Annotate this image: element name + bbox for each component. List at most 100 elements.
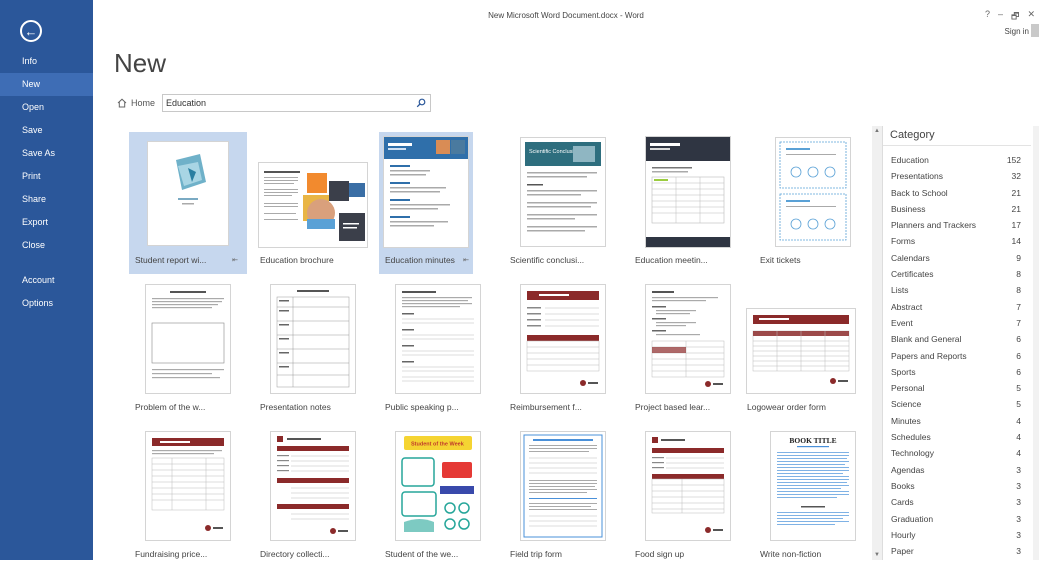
category-item[interactable]: Minutes 4 xyxy=(883,413,1031,429)
template-tile[interactable]: Exit tickets xyxy=(754,132,872,274)
nav-item-share[interactable]: Share xyxy=(0,188,93,211)
category-scrollbar[interactable]: ▲ ▼ xyxy=(872,126,882,560)
category-item[interactable]: Agendas 3 xyxy=(883,462,1031,478)
category-name: Schedules xyxy=(891,432,931,443)
back-arrow-icon[interactable]: ← xyxy=(20,20,42,42)
category-name: Education xyxy=(891,155,929,165)
category-item[interactable]: Certificates 8 xyxy=(883,266,1031,282)
template-tile[interactable]: Education minutes ⇤ xyxy=(379,132,473,274)
nav-item-save[interactable]: Save xyxy=(0,119,93,142)
template-label: Write non-fiction xyxy=(760,549,822,559)
help-button[interactable]: ? xyxy=(985,9,990,25)
nav-item-info[interactable]: Info xyxy=(0,50,93,73)
template-tile[interactable]: Reimbursement f... xyxy=(504,279,622,421)
search-icon[interactable] xyxy=(416,98,426,108)
category-item[interactable]: Technology 4 xyxy=(883,445,1031,461)
category-item[interactable]: Forms 14 xyxy=(883,233,1031,249)
category-count: 5 xyxy=(1016,383,1021,394)
category-item[interactable]: Papers and Reports 6 xyxy=(883,348,1031,364)
template-tile[interactable]: Directory collecti... xyxy=(254,426,372,568)
template-thumbnail xyxy=(645,284,731,394)
pin-icon[interactable]: ⇤ xyxy=(232,256,238,264)
template-label: Presentation notes xyxy=(260,402,331,412)
template-label: Field trip form xyxy=(510,549,562,559)
page-scrollbar[interactable] xyxy=(1033,126,1039,560)
category-item[interactable]: Abstract 7 xyxy=(883,299,1031,315)
template-thumbnail xyxy=(145,284,231,394)
category-item[interactable]: Paper 3 xyxy=(883,543,1031,559)
home-breadcrumb[interactable]: Home xyxy=(117,98,155,108)
template-tile[interactable]: Field trip form xyxy=(504,426,622,568)
nav-item-open[interactable]: Open xyxy=(0,96,93,119)
category-item[interactable]: Graduation 3 xyxy=(883,511,1031,527)
template-tile[interactable]: Education brochure xyxy=(254,132,372,274)
category-item[interactable]: Books 3 xyxy=(883,478,1031,494)
category-count: 3 xyxy=(1016,497,1021,508)
category-name: Calendars xyxy=(891,252,930,263)
template-tile[interactable]: Scientific Conclusion Scientific conclus… xyxy=(504,132,622,274)
category-count: 8 xyxy=(1016,269,1021,280)
nav-item-export[interactable]: Export xyxy=(0,211,93,234)
sign-in-link[interactable]: Sign in xyxy=(1005,27,1029,36)
minimize-button[interactable]: – xyxy=(998,9,1003,25)
category-item[interactable]: Presentations 32 xyxy=(883,168,1031,184)
category-item[interactable]: Schedules 4 xyxy=(883,429,1031,445)
template-tile[interactable]: Public speaking p... xyxy=(379,279,497,421)
template-thumbnail xyxy=(395,284,481,394)
nav-item-print[interactable]: Print xyxy=(0,165,93,188)
category-item[interactable]: Personal 5 xyxy=(883,380,1031,396)
template-tile[interactable]: Student of the Week Student of the we... xyxy=(379,426,497,568)
template-tile[interactable]: Problem of the w... xyxy=(129,279,247,421)
template-tile[interactable]: Fundraising price... xyxy=(129,426,247,568)
category-name: Cards xyxy=(891,497,914,508)
category-item[interactable]: Cards 3 xyxy=(883,494,1031,510)
category-name: Presentations xyxy=(891,171,943,182)
pin-icon[interactable]: ⇤ xyxy=(463,256,469,264)
category-item[interactable]: Calendars 9 xyxy=(883,250,1031,266)
category-item[interactable]: Sports 6 xyxy=(883,364,1031,380)
template-tile[interactable]: Logowear order form xyxy=(742,279,860,421)
avatar[interactable] xyxy=(1031,24,1039,37)
category-name: Planners and Trackers xyxy=(891,220,977,231)
scientific-title-text: Scientific Conclusion xyxy=(529,149,580,155)
template-thumbnail xyxy=(147,141,229,246)
scroll-down-icon[interactable]: ▼ xyxy=(874,552,880,558)
category-heading: Category xyxy=(890,129,935,141)
restore-button[interactable]: 🗗 xyxy=(1011,9,1019,25)
nav-item-close[interactable]: Close xyxy=(0,234,93,257)
category-name: Agendas xyxy=(891,464,925,475)
category-item[interactable]: Back to School 21 xyxy=(883,185,1031,201)
category-item[interactable]: Business 21 xyxy=(883,201,1031,217)
book-title-text: BOOK TITLE xyxy=(789,436,836,445)
template-thumbnail xyxy=(520,284,606,394)
category-count: 3 xyxy=(1016,513,1021,524)
category-list: Education 152 Presentations 32 Back to Schoo… xyxy=(883,152,1031,559)
template-tile[interactable]: Food sign up xyxy=(629,426,747,568)
home-icon xyxy=(117,98,127,108)
category-item[interactable]: Planners and Trackers 17 xyxy=(883,217,1031,233)
template-tile[interactable]: Project based lear... xyxy=(629,279,747,421)
category-item[interactable]: Event 7 xyxy=(883,315,1031,331)
template-tile[interactable]: BOOK TITLE Write non-fiction xyxy=(754,426,872,568)
category-item[interactable]: Education 152 xyxy=(883,152,1031,168)
nav-item-save-as[interactable]: Save As xyxy=(0,142,93,165)
category-name: Back to School xyxy=(891,187,948,198)
category-list-container: Category Education 152 Presentations 32 Back… xyxy=(882,126,1031,560)
category-item[interactable]: Hourly 3 xyxy=(883,527,1031,543)
category-item[interactable]: Science 5 xyxy=(883,396,1031,412)
template-tile[interactable]: Student report wi... ⇤ xyxy=(129,132,247,274)
template-tile[interactable]: Presentation notes xyxy=(254,279,372,421)
search-input[interactable] xyxy=(166,97,407,109)
category-item[interactable]: Blank and General 6 xyxy=(883,331,1031,347)
category-item[interactable]: Lists 8 xyxy=(883,282,1031,298)
category-count: 3 xyxy=(1016,464,1021,475)
template-label: Problem of the w... xyxy=(135,402,206,412)
nav-item-account[interactable]: Account xyxy=(0,269,93,292)
scroll-up-icon[interactable]: ▲ xyxy=(874,128,880,134)
nav-item-options[interactable]: Options xyxy=(0,292,93,315)
template-thumbnail xyxy=(270,431,356,541)
category-count: 3 xyxy=(1016,529,1021,540)
template-tile[interactable]: Education meetin... xyxy=(629,132,747,274)
nav-item-new[interactable]: New xyxy=(0,73,93,96)
close-button[interactable]: ✕ xyxy=(1027,9,1035,25)
